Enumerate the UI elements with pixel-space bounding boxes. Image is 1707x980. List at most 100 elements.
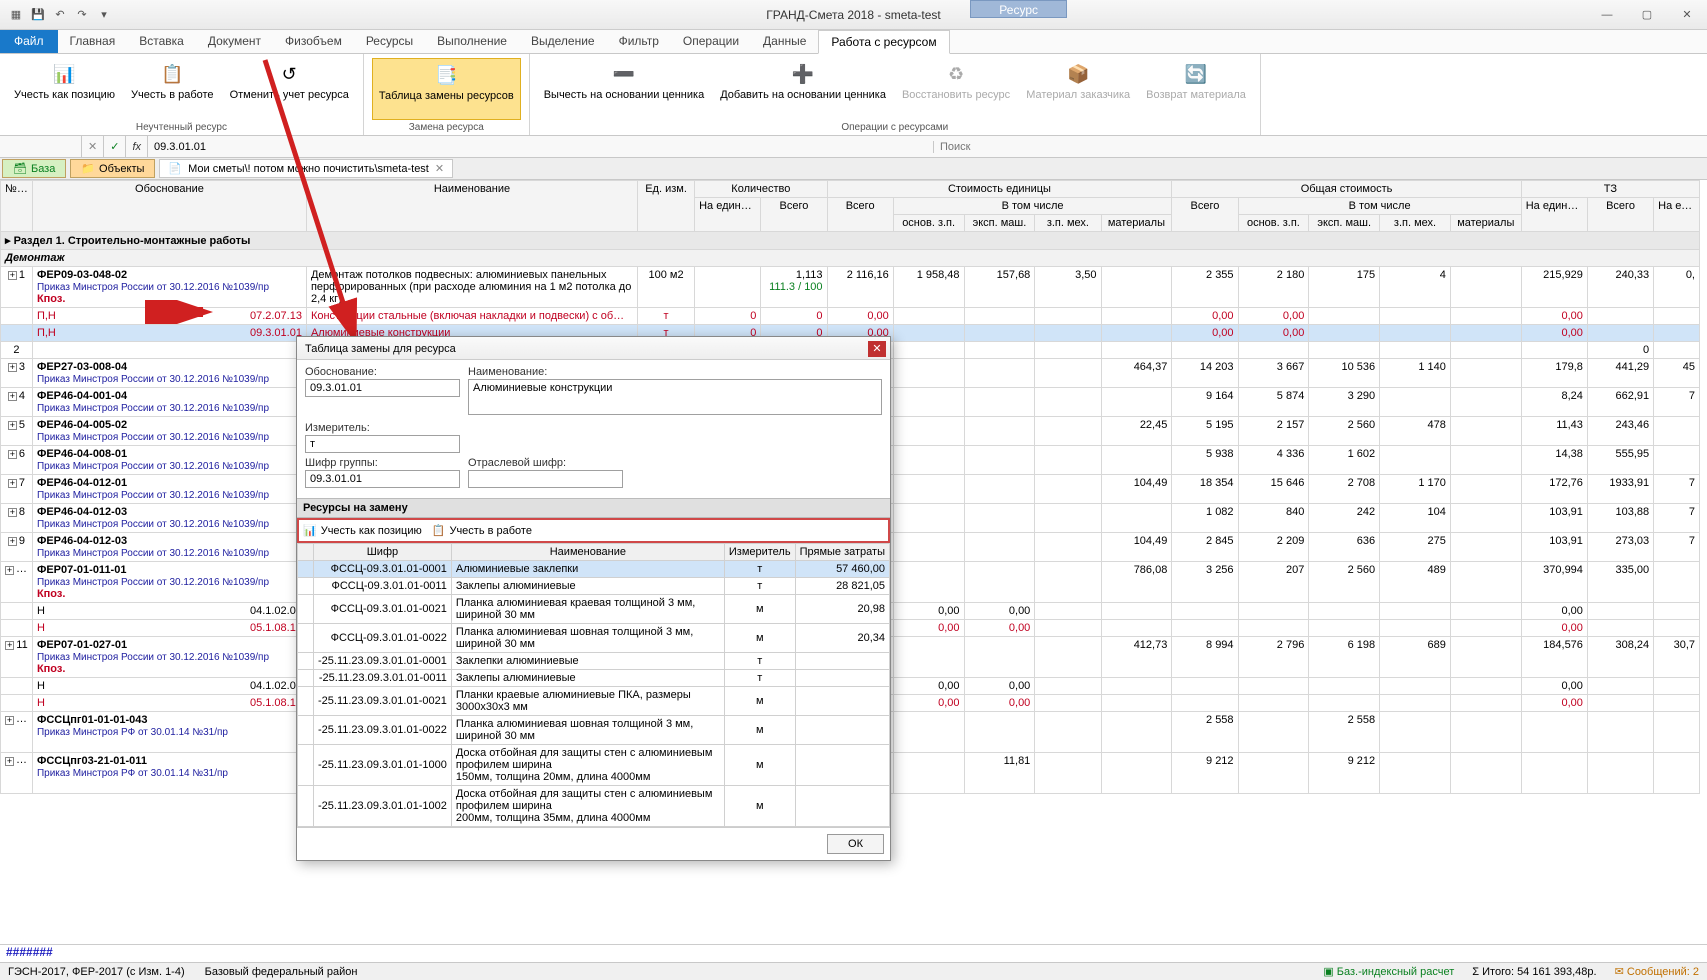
section-row[interactable]: ▸ Раздел 1. Строительно-монтажные работы bbox=[1, 232, 1700, 250]
status-messages[interactable]: ✉ Сообщений: 2 bbox=[1615, 965, 1699, 978]
shifr-label: Шифр группы: bbox=[305, 457, 460, 469]
hash-row: ####### bbox=[0, 944, 1707, 962]
dialog-title: Таблица замены для ресурса ✕ bbox=[297, 337, 890, 360]
obosn-label: Обоснование: bbox=[305, 366, 460, 378]
resource-replace-table-button[interactable]: 📑Таблица замены ресурсов bbox=[372, 58, 521, 120]
shifr-input[interactable] bbox=[305, 470, 460, 488]
accept-formula-icon[interactable]: ✓ bbox=[104, 136, 126, 157]
redo-icon[interactable]: ↷ bbox=[74, 7, 90, 23]
replacement-row[interactable]: -25.11.23.09.3.01.01-1000Доска отбойная … bbox=[298, 745, 890, 786]
hdr-tz[interactable]: ТЗ bbox=[1521, 181, 1699, 198]
replacement-row[interactable]: ФССЦ-09.3.01.01-0001Алюминиевые заклепки… bbox=[298, 561, 890, 578]
dialog-subheader: Ресурсы на замену bbox=[297, 498, 890, 518]
context-tab-label: Ресурс bbox=[970, 0, 1067, 18]
window-title: ГРАНД-Смета 2018 - smeta-test bbox=[766, 8, 940, 22]
ribbon-tabs: Файл Главная Вставка Документ Физобъем Р… bbox=[0, 30, 1707, 54]
close-tab-icon[interactable]: ✕ bbox=[435, 162, 444, 175]
replace-resource-dialog: Таблица замены для ресурса ✕ Обоснование… bbox=[296, 336, 891, 861]
dialog-close-button[interactable]: ✕ bbox=[868, 341, 886, 357]
tab-phys[interactable]: Физобъем bbox=[273, 30, 354, 53]
col-shifr[interactable]: Шифр bbox=[314, 544, 452, 561]
qat-icon[interactable]: ▦ bbox=[8, 7, 24, 23]
replacement-row[interactable]: ФССЦ-09.3.01.01-0021Планка алюминиевая к… bbox=[298, 595, 890, 624]
hdr-stoim[interactable]: Стоимость единицы bbox=[827, 181, 1172, 198]
izm-input[interactable] bbox=[305, 435, 460, 453]
quick-access-toolbar: ▦ 💾 ↶ ↷ ▾ bbox=[0, 7, 112, 23]
restore-resource-button[interactable]: ♻Восстановить ресурс bbox=[896, 58, 1016, 120]
account-as-position-button[interactable]: 📊Учесть как позицию bbox=[8, 58, 121, 120]
base-button[interactable]: 🗃База bbox=[2, 159, 66, 178]
dialog-toolbar: 📊Учесть как позицию 📋Учесть в работе bbox=[297, 518, 890, 543]
cancel-formula-icon[interactable]: ✕ bbox=[82, 136, 104, 157]
objects-button[interactable]: 📁Объекты bbox=[70, 159, 155, 178]
hdr-total[interactable]: Общая стоимость bbox=[1172, 181, 1521, 198]
tab-document[interactable]: Документ bbox=[196, 30, 273, 53]
status-catalog: ГЭСН-2017, ФЕР-2017 (с Изм. 1-4) bbox=[8, 966, 185, 978]
nav-tabs: 🗃База 📁Объекты 📄Мои сметы\! потом можно … bbox=[0, 158, 1707, 180]
account-in-work-button[interactable]: 📋Учесть в работе bbox=[125, 58, 220, 120]
cancel-account-button[interactable]: ↺Отменить учет ресурса bbox=[224, 58, 355, 120]
dropdown-icon[interactable]: ▾ bbox=[96, 7, 112, 23]
document-tab[interactable]: 📄Мои сметы\! потом можно почистить\smeta… bbox=[159, 159, 453, 178]
hdr-np[interactable]: № п.п bbox=[1, 181, 33, 232]
customer-material-button[interactable]: 📦Материал заказчика bbox=[1020, 58, 1136, 120]
replacement-row[interactable]: -25.11.23.09.3.01.01-0011Заклепы алюмини… bbox=[298, 670, 890, 687]
pos-icon: 📊 bbox=[303, 524, 317, 537]
replacement-row[interactable]: -25.11.23.09.3.01.01-0001Заклепки алюмин… bbox=[298, 653, 890, 670]
search-input[interactable] bbox=[934, 141, 1088, 153]
replacement-row[interactable]: -25.11.23.09.3.01.01-1002Доска отбойная … bbox=[298, 786, 890, 827]
replacement-row[interactable]: -25.11.23.09.3.01.01-0021Планки краевые … bbox=[298, 687, 890, 716]
tab-select[interactable]: Выделение bbox=[519, 30, 607, 53]
restore-icon: ♻ bbox=[944, 62, 968, 86]
hdr-qty[interactable]: Количество bbox=[695, 181, 827, 198]
close-button[interactable]: ✕ bbox=[1667, 0, 1707, 30]
add-by-pricelist-button[interactable]: ➕Добавить на основании ценника bbox=[714, 58, 892, 120]
work-icon: 📋 bbox=[432, 524, 446, 537]
hdr-obosn[interactable]: Обоснование bbox=[32, 181, 306, 232]
table-icon: 📑 bbox=[434, 63, 458, 87]
table-row[interactable]: +1ФЕР09-03-048-02Приказ Минстроя России … bbox=[1, 267, 1700, 308]
formula-input[interactable] bbox=[148, 136, 933, 157]
resource-row[interactable]: П,Н07.2.07.13Конструкции стальные (включ… bbox=[1, 308, 1700, 325]
formula-bar: ✕ ✓ fx bbox=[0, 136, 1707, 158]
return-material-button[interactable]: 🔄Возврат материала bbox=[1140, 58, 1252, 120]
col-pz[interactable]: Прямые затраты bbox=[795, 544, 889, 561]
hdr-ed[interactable]: Ед. изм. bbox=[638, 181, 695, 232]
tab-ops[interactable]: Операции bbox=[671, 30, 751, 53]
col-naim[interactable]: Наименование bbox=[451, 544, 724, 561]
status-calc[interactable]: ▣ Баз.-индексный расчет bbox=[1323, 965, 1454, 978]
replacement-row[interactable]: ФССЦ-09.3.01.01-0011Заклепы алюминиевыет… bbox=[298, 578, 890, 595]
ok-button[interactable]: ОК bbox=[827, 834, 884, 854]
status-sum: Σ Итого: 54 161 393,48р. bbox=[1472, 966, 1596, 978]
name-box[interactable] bbox=[0, 136, 82, 157]
account-position-button[interactable]: 📊Учесть как позицию bbox=[303, 524, 422, 537]
replacement-row[interactable]: -25.11.23.09.3.01.01-0022Планка алюминие… bbox=[298, 716, 890, 745]
file-tab[interactable]: Файл bbox=[0, 30, 58, 53]
minimize-button[interactable]: — bbox=[1587, 0, 1627, 30]
doc-icon: 📄 bbox=[168, 162, 182, 175]
plus-icon: ➕ bbox=[791, 62, 815, 86]
tab-main[interactable]: Главная bbox=[58, 30, 128, 53]
fx-icon[interactable]: fx bbox=[126, 136, 148, 157]
otr-input[interactable] bbox=[468, 470, 623, 488]
tab-insert[interactable]: Вставка bbox=[127, 30, 196, 53]
tab-exec[interactable]: Выполнение bbox=[425, 30, 519, 53]
maximize-button[interactable]: ▢ bbox=[1627, 0, 1667, 30]
position-icon: 📊 bbox=[53, 62, 77, 86]
tab-resources[interactable]: Ресурсы bbox=[354, 30, 425, 53]
obosn-input[interactable] bbox=[305, 379, 460, 397]
naim-textarea[interactable] bbox=[468, 379, 882, 415]
subsection-row[interactable]: Демонтаж bbox=[1, 250, 1700, 267]
save-icon[interactable]: 💾 bbox=[30, 7, 46, 23]
col-izm[interactable]: Измеритель bbox=[724, 544, 795, 561]
otr-label: Отраслевой шифр: bbox=[468, 457, 623, 469]
hdr-naim[interactable]: Наименование bbox=[306, 181, 637, 232]
undo-icon[interactable]: ↶ bbox=[52, 7, 68, 23]
account-work-button[interactable]: 📋Учесть в работе bbox=[432, 524, 532, 537]
group-label-unaccounted: Неучтенный ресурс bbox=[136, 120, 227, 133]
tab-filter[interactable]: Фильтр bbox=[607, 30, 671, 53]
tab-resource-work[interactable]: Работа с ресурсом bbox=[818, 30, 949, 54]
subtract-by-pricelist-button[interactable]: ➖Вычесть на основании ценника bbox=[538, 58, 711, 120]
replacement-row[interactable]: ФССЦ-09.3.01.01-0022Планка алюминиевая ш… bbox=[298, 624, 890, 653]
tab-data[interactable]: Данные bbox=[751, 30, 818, 53]
